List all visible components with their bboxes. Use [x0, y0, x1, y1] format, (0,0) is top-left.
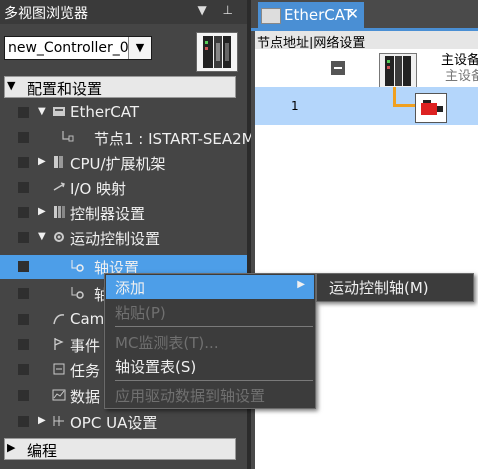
- tree-expander[interactable]: ▼: [38, 231, 46, 242]
- tab-label: EtherCAT: [284, 6, 353, 24]
- tree-item-ethercat[interactable]: ▼ EtherCAT: [0, 101, 247, 125]
- context-menu: 添加 ▶ 粘贴(P) MC监测表(T)... 轴设置表(S) 应用驱动数据到轴设…: [104, 273, 316, 409]
- tree-item-label: EtherCAT: [70, 103, 139, 121]
- node-address: 1: [291, 99, 299, 113]
- tree-item-label: 运动控制设置: [70, 230, 161, 248]
- tab-ethercat[interactable]: EtherCAT ✕: [258, 2, 364, 28]
- tree-item-label: Cam: [70, 310, 105, 328]
- tree-item-label: 节点1 : ISTART-SEA2M: [94, 130, 255, 148]
- status-square: [18, 314, 29, 325]
- pin-icon[interactable]: ▼ ⊥: [198, 3, 240, 17]
- tree-item-label: CPU/扩展机架: [70, 155, 166, 173]
- ethercat-tab-icon: [261, 8, 281, 24]
- master-device-icon: [379, 53, 417, 89]
- ethercat-icon: [52, 105, 66, 119]
- tree-item-label: I/O 映射: [70, 180, 127, 198]
- tree-item-controller-settings[interactable]: ▶ 控制器设置: [0, 201, 247, 225]
- collapse-icon[interactable]: [331, 61, 345, 75]
- tree-item-label: 控制器设置: [70, 205, 146, 223]
- tree-item-cpu-rack[interactable]: ▶ CPU/扩展机架: [0, 151, 247, 175]
- tree-item-label: 任务: [70, 362, 101, 380]
- status-square: [18, 416, 29, 427]
- group-label: 配置和设置: [27, 80, 103, 98]
- menu-separator: [115, 380, 313, 381]
- controller-select[interactable]: new_Controller_0 ▼: [4, 36, 152, 60]
- servo-drive-icon[interactable]: [415, 93, 447, 123]
- group-label: 编程: [27, 442, 58, 460]
- menu-item-label: 应用驱动数据到轴设置: [115, 387, 266, 405]
- tree-item-io-map[interactable]: I/O 映射: [0, 176, 247, 200]
- status-square: [18, 339, 29, 350]
- flag-icon: [52, 337, 66, 351]
- submenu-add: 运动控制轴(M): [316, 273, 474, 302]
- menu-item-label: MC监测表(T)...: [115, 334, 219, 352]
- node-branch-icon: [60, 130, 74, 144]
- chevron-down-icon[interactable]: ▼: [128, 37, 151, 59]
- menu-item-add[interactable]: 添加 ▶: [106, 275, 314, 299]
- tree-item-motion-settings[interactable]: ▼ 运动控制设置: [0, 226, 247, 250]
- status-square: [18, 207, 29, 218]
- close-icon[interactable]: ✕: [346, 5, 359, 23]
- menu-item-label: 添加: [115, 279, 146, 297]
- master-sublabel: 主设备: [445, 69, 478, 84]
- tree-expander[interactable]: ▶: [38, 415, 46, 426]
- opcua-icon: [52, 414, 66, 428]
- tree-expander[interactable]: ▼: [38, 106, 46, 117]
- status-square: [18, 232, 29, 243]
- controller-select-value: new_Controller_0: [8, 40, 129, 56]
- tree-item-opcua[interactable]: ▶ OPC UA设置: [0, 410, 247, 434]
- ethercat-connector: [393, 87, 416, 107]
- chevron-right-icon: ▶: [297, 279, 305, 290]
- group-expander[interactable]: ▶: [7, 441, 15, 454]
- tree-expander[interactable]: ▶: [38, 206, 46, 217]
- menu-item-axis-table[interactable]: 轴设置表(S): [106, 354, 314, 378]
- gear-icon: [52, 230, 66, 244]
- group-expander[interactable]: ▼: [7, 79, 15, 92]
- explorer-title: 多视图浏览器: [4, 6, 88, 22]
- status-square: [18, 364, 29, 375]
- group-programming[interactable]: ▶ 编程: [4, 438, 236, 460]
- group-config-settings[interactable]: ▼ 配置和设置: [4, 76, 236, 98]
- menu-item-mc-monitor[interactable]: MC监测表(T)...: [106, 330, 314, 354]
- axis-gear-icon: [70, 259, 84, 273]
- tree-item-node1[interactable]: 节点1 : ISTART-SEA2M: [0, 126, 255, 150]
- node-row[interactable]: 1: [255, 87, 478, 125]
- menu-item-apply-drive-data[interactable]: 应用驱动数据到轴设置: [106, 383, 314, 407]
- tree-item-label: OPC UA设置: [70, 414, 158, 432]
- status-square: [18, 107, 29, 118]
- status-square: [18, 288, 29, 299]
- tree-item-label: 数据: [70, 388, 101, 406]
- status-square: [18, 132, 29, 143]
- status-square: [18, 157, 29, 168]
- menu-item-label: 轴设置表(S): [115, 358, 197, 376]
- io-map-icon: [52, 180, 66, 194]
- status-square: [18, 390, 29, 401]
- menu-item-motion-axis[interactable]: 运动控制轴(M): [318, 275, 472, 299]
- cam-icon: [52, 312, 66, 326]
- menu-item-paste[interactable]: 粘贴(P): [106, 300, 314, 324]
- menu-item-label: 粘贴(P): [115, 304, 166, 322]
- controller-device-icon: [196, 32, 238, 72]
- master-device-row[interactable]: 主设备 主设备: [255, 49, 478, 89]
- rack-icon: [52, 155, 66, 169]
- axis-gear-icon: [70, 286, 84, 300]
- status-square: [18, 182, 29, 193]
- tree-item-label: 事件: [70, 337, 101, 355]
- status-square: [18, 261, 29, 272]
- menu-separator: [115, 326, 313, 327]
- network-header: 节点地址|网络设置: [255, 31, 478, 51]
- controller-settings-icon: [52, 205, 66, 219]
- task-icon: [52, 362, 66, 376]
- explorer-title-bar: 多视图浏览器 ▼ ⊥: [0, 0, 247, 24]
- controller-row: new_Controller_0 ▼: [0, 24, 247, 76]
- tree-expander[interactable]: ▶: [38, 156, 46, 167]
- menu-item-label: 运动控制轴(M): [329, 279, 429, 297]
- trace-icon: [52, 388, 66, 402]
